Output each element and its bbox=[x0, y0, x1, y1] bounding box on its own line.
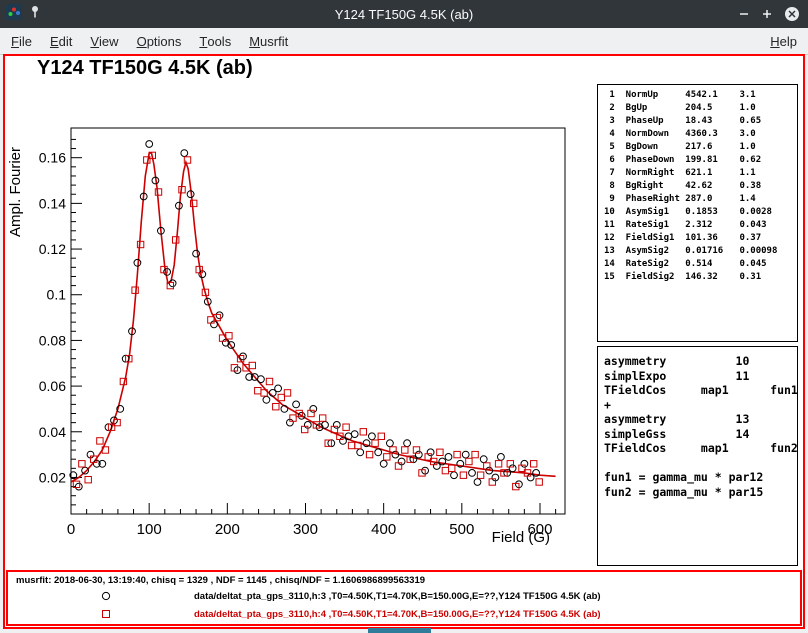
param-row: 10 AsymSig1 0.1853 0.0028 bbox=[604, 206, 797, 219]
pin-icon[interactable] bbox=[29, 5, 41, 24]
x-tick-label: 0 bbox=[67, 521, 75, 538]
theory-line: asymmetry 13 bbox=[604, 412, 797, 427]
y-tick-label: 0.12 bbox=[39, 241, 66, 257]
y-tick-label: 0.04 bbox=[39, 424, 66, 440]
y-axis-title: Ampl. Fourier bbox=[7, 147, 24, 237]
param-row: 12 FieldSig1 101.36 0.37 bbox=[604, 232, 797, 245]
menu-item-musrfit[interactable]: Musrfit bbox=[240, 28, 297, 54]
param-row: 13 AsymSig2 0.01716 0.00098 bbox=[604, 245, 797, 258]
app-icon[interactable] bbox=[6, 4, 22, 25]
y-tick-label: 0.06 bbox=[39, 378, 66, 394]
maximize-button[interactable] bbox=[761, 8, 773, 20]
legend: data/deltat_pta_gps_3110,h:3 ,T0=4.50K,T… bbox=[8, 587, 800, 623]
menu-item-help[interactable]: Help bbox=[761, 28, 806, 54]
theory-line bbox=[604, 456, 797, 471]
y-tick-label: 0.16 bbox=[39, 150, 66, 166]
param-row: 15 FieldSig2 146.32 0.31 bbox=[604, 271, 797, 284]
param-row: 2 BgUp 204.5 1.0 bbox=[604, 102, 797, 115]
x-tick-label: 300 bbox=[293, 521, 318, 538]
y-tick-label: 0.08 bbox=[39, 332, 66, 348]
param-row: 5 BgDown 217.6 1.0 bbox=[604, 141, 797, 154]
param-row: 11 RateSig1 2.312 0.043 bbox=[604, 219, 797, 232]
theory-line: simpleGss 14 bbox=[604, 427, 797, 442]
parameter-table: 1 NormUp 4542.1 3.1 2 BgUp 204.5 1.0 3 P… bbox=[597, 84, 798, 342]
legend-marker-square bbox=[100, 608, 112, 620]
x-axis-title: Field (G) bbox=[492, 529, 550, 546]
bottom-panel-strip bbox=[368, 628, 431, 633]
close-button[interactable] bbox=[784, 6, 800, 22]
y-tick-label: 0.1 bbox=[47, 287, 67, 303]
menubar: FileEditViewOptionsToolsMusrfit Help bbox=[0, 28, 808, 55]
theory-line: asymmetry 10 bbox=[604, 354, 797, 369]
legend-label: data/deltat_pta_gps_3110,h:3 ,T0=4.50K,T… bbox=[194, 591, 601, 602]
x-tick-label: 200 bbox=[215, 521, 240, 538]
legend-row: data/deltat_pta_gps_3110,h:3 ,T0=4.50K,T… bbox=[8, 587, 800, 605]
plot-title: Y124 TF150G 4.5K (ab) bbox=[37, 57, 253, 80]
x-tick-label: 500 bbox=[449, 521, 474, 538]
param-row: 1 NormUp 4542.1 3.1 bbox=[604, 89, 797, 102]
legend-label: data/deltat_pta_gps_3110,h:4 ,T0=4.50K,T… bbox=[194, 609, 601, 620]
menu-item-file[interactable]: File bbox=[2, 28, 41, 54]
x-tick-label: 400 bbox=[371, 521, 396, 538]
theory-line: TFieldCos map1 fun1 bbox=[604, 383, 797, 398]
param-row: 6 PhaseDown 199.81 0.62 bbox=[604, 154, 797, 167]
legend-marker-circle bbox=[100, 590, 112, 602]
y-tick-label: 0.14 bbox=[39, 195, 66, 211]
root-canvas[interactable]: Y124 TF150G 4.5K (ab) 010020030040050060… bbox=[3, 54, 805, 629]
window-title: Y124 TF150G 4.5K (ab) bbox=[0, 7, 808, 22]
param-row: 7 NormRight 621.1 1.1 bbox=[604, 167, 797, 180]
theory-line: + bbox=[604, 398, 797, 413]
titlebar[interactable]: Y124 TF150G 4.5K (ab) bbox=[0, 0, 808, 28]
legend-row: data/deltat_pta_gps_3110,h:4 ,T0=4.50K,T… bbox=[8, 605, 800, 623]
param-row: 4 NormDown 4360.3 3.0 bbox=[604, 128, 797, 141]
param-row: 8 BgRight 42.62 0.38 bbox=[604, 180, 797, 193]
theory-line: fun2 = gamma_mu * par15 bbox=[604, 485, 797, 500]
minimize-button[interactable] bbox=[738, 8, 750, 20]
menu-item-tools[interactable]: Tools bbox=[190, 28, 240, 54]
fourier-plot[interactable]: 01002003004005006000.020.040.060.080.10.… bbox=[5, 84, 595, 570]
x-tick-label: 100 bbox=[137, 521, 162, 538]
theory-box: asymmetry 10simplExpo 11TFieldCos map1 f… bbox=[597, 346, 798, 566]
param-row: 9 PhaseRight 287.0 1.4 bbox=[604, 193, 797, 206]
y-tick-label: 0.02 bbox=[39, 469, 66, 485]
fit-status: musrfit: 2018-06-30, 13:19:40, chisq = 1… bbox=[16, 575, 800, 586]
menu-item-view[interactable]: View bbox=[81, 28, 127, 54]
menu-item-edit[interactable]: Edit bbox=[41, 28, 81, 54]
info-pad: musrfit: 2018-06-30, 13:19:40, chisq = 1… bbox=[6, 570, 802, 626]
param-row: 3 PhaseUp 18.43 0.65 bbox=[604, 115, 797, 128]
theory-line: simplExpo 11 bbox=[604, 369, 797, 384]
theory-line: fun1 = gamma_mu * par12 bbox=[604, 470, 797, 485]
menu-item-options[interactable]: Options bbox=[128, 28, 191, 54]
theory-line: TFieldCos map1 fun2 bbox=[604, 441, 797, 456]
param-row: 14 RateSig2 0.514 0.045 bbox=[604, 258, 797, 271]
